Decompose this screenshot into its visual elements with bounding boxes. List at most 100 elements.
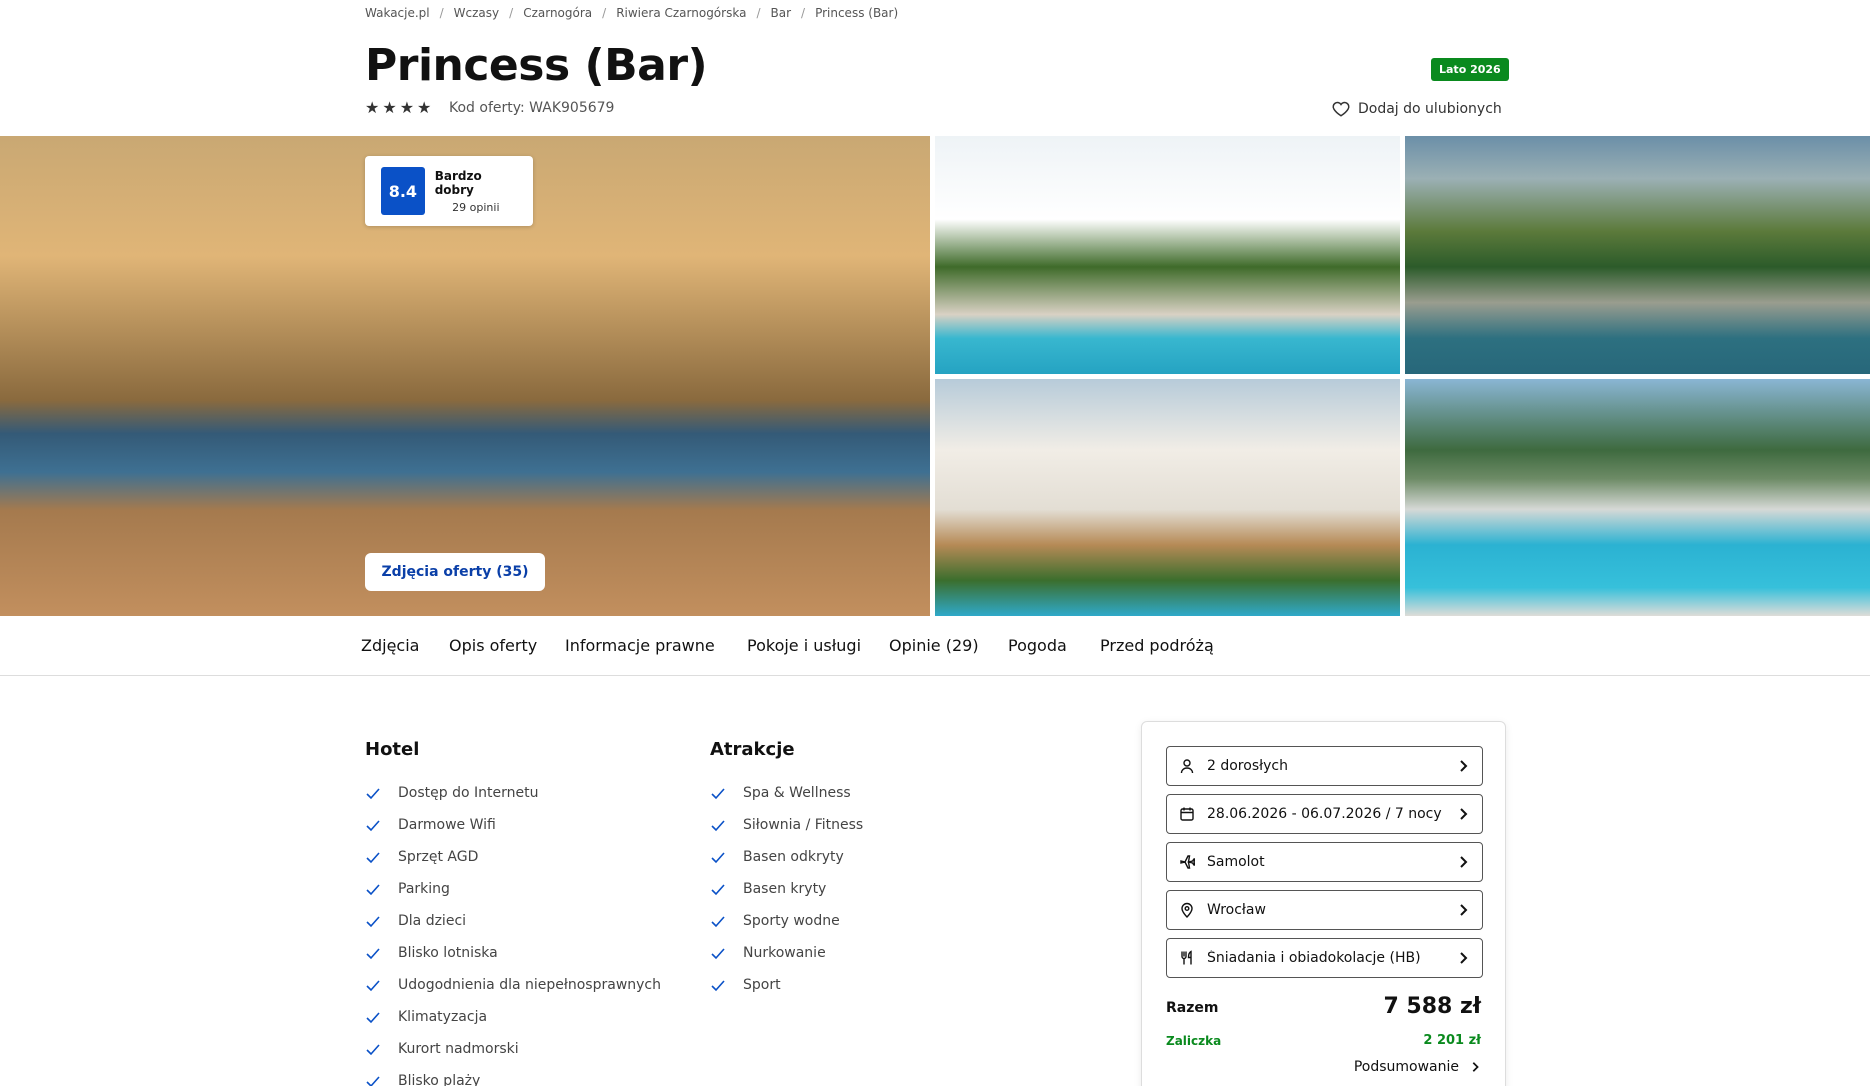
check-icon [711, 852, 725, 864]
hotel-photo-facade[interactable] [935, 379, 1400, 616]
chevron-right-icon [1460, 904, 1468, 916]
check-icon [366, 1012, 380, 1024]
chevron-right-icon [1472, 1062, 1479, 1072]
heart-icon [1332, 101, 1350, 117]
breadcrumb-current: Princess (Bar) [815, 6, 899, 20]
attraction-label: Basen kryty [743, 881, 827, 897]
attractions-title: Atrakcje [710, 739, 795, 760]
rating-count: 29 opinii [452, 200, 500, 214]
list-item: Sporty wodne [710, 905, 863, 937]
chevron-right-icon [1460, 808, 1468, 820]
location-pin-icon [1181, 902, 1193, 918]
tab-offer-description[interactable]: Opis oferty [449, 636, 537, 655]
tab-legal-info[interactable]: Informacje prawne [565, 636, 715, 655]
hotel-amenities-list: Dostęp do Internetu Darmowe Wifi Sprzęt … [365, 777, 661, 1086]
list-item: Kurort nadmorski [365, 1033, 661, 1065]
chevron-right-icon [1460, 856, 1468, 868]
amenity-label: Sprzęt AGD [398, 849, 479, 865]
deposit-label: Zaliczka [1166, 1034, 1222, 1048]
check-icon [366, 1044, 380, 1056]
amenity-label: Blisko plaży [398, 1073, 481, 1086]
photo-gallery: 8.4 Bardzo dobry 29 opinii Zdjęcia ofert… [0, 136, 1870, 616]
page-title: Princess (Bar) [365, 40, 708, 91]
departure-value: Wrocław [1207, 902, 1266, 918]
tab-rooms-services[interactable]: Pokoje i usługi [747, 636, 861, 655]
add-to-favorites-button[interactable]: Dodaj do ulubionych [1332, 100, 1502, 118]
dates-value: 28.06.2026 - 06.07.2026 / 7 nocy [1207, 806, 1442, 822]
section-tabs: Zdjęcia Opis oferty Informacje prawne Po… [0, 616, 1870, 676]
main-hotel-photo[interactable]: 8.4 Bardzo dobry 29 opinii Zdjęcia ofert… [0, 136, 930, 616]
list-item: Klimatyzacja [365, 1001, 661, 1033]
check-icon [711, 980, 725, 992]
check-icon [366, 788, 380, 800]
tab-before-trip[interactable]: Przed podróżą [1100, 636, 1214, 655]
breadcrumb-separator: / [509, 6, 514, 20]
check-icon [366, 948, 380, 960]
list-item: Siłownia / Fitness [710, 809, 863, 841]
chevron-right-icon [1460, 952, 1468, 964]
summary-link[interactable]: Podsumowanie [1354, 1059, 1481, 1075]
tab-photos[interactable]: Zdjęcia [361, 636, 419, 655]
list-item: Dla dzieci [365, 905, 661, 937]
breadcrumb-item[interactable]: Czarnogóra [523, 6, 592, 20]
attraction-label: Siłownia / Fitness [743, 817, 864, 833]
list-item: Nurkowanie [710, 937, 863, 969]
offer-photos-button[interactable]: Zdjęcia oferty (35) [365, 553, 545, 591]
dates-selector[interactable]: 28.06.2026 - 06.07.2026 / 7 nocy [1166, 794, 1483, 834]
attraction-label: Sporty wodne [743, 913, 840, 929]
check-icon [711, 820, 725, 832]
attraction-label: Basen odkryty [743, 849, 844, 865]
breadcrumb-item[interactable]: Wczasy [454, 6, 499, 20]
transport-selector[interactable]: Samolot [1166, 842, 1483, 882]
hotel-photo-aerial[interactable] [1405, 136, 1870, 374]
hotel-amenities-title: Hotel [365, 739, 420, 760]
total-price: 7 588 zł [1383, 994, 1481, 1019]
list-item: Basen odkryty [710, 841, 863, 873]
board-value: Śniadania i obiadokolacje (HB) [1207, 950, 1421, 966]
tab-reviews[interactable]: Opinie (29) [889, 636, 979, 655]
transport-value: Samolot [1207, 854, 1265, 870]
guests-selector[interactable]: 2 dorosłych [1166, 746, 1483, 786]
person-icon [1180, 759, 1194, 774]
breadcrumb-item[interactable]: Wakacje.pl [365, 6, 430, 20]
star-icon: ★ [417, 98, 432, 117]
star-rating: ★ ★ ★ ★ [365, 98, 431, 117]
amenity-label: Udogodnienia dla niepełnosprawnych [398, 977, 661, 993]
rating-card: 8.4 Bardzo dobry 29 opinii [365, 156, 533, 226]
deposit-price: 2 201 zł [1423, 1033, 1481, 1048]
breadcrumb-item[interactable]: Riwiera Czarnogórska [616, 6, 746, 20]
summary-label: Podsumowanie [1353, 1059, 1459, 1075]
board-selector[interactable]: Śniadania i obiadokolacje (HB) [1166, 938, 1483, 978]
airplane-icon [1180, 855, 1195, 869]
breadcrumb-separator: / [756, 6, 761, 20]
amenity-label: Dla dzieci [398, 913, 467, 929]
check-icon [711, 916, 725, 928]
attraction-label: Sport [743, 977, 781, 993]
amenity-label: Darmowe Wifi [398, 817, 496, 833]
check-icon [366, 980, 380, 992]
attraction-label: Nurkowanie [743, 945, 826, 961]
list-item: Udogodnienia dla niepełnosprawnych [365, 969, 661, 1001]
tab-weather[interactable]: Pogoda [1008, 636, 1067, 655]
calendar-icon [1180, 807, 1194, 821]
amenity-label: Klimatyzacja [398, 1009, 488, 1025]
attractions-list: Spa & Wellness Siłownia / Fitness Basen … [710, 777, 863, 1001]
check-icon [366, 884, 380, 896]
list-item: Basen kryty [710, 873, 863, 905]
list-item: Dostęp do Internetu [365, 777, 661, 809]
amenity-label: Parking [398, 881, 450, 897]
hotel-photo-pool[interactable] [1405, 379, 1870, 616]
check-icon [366, 1076, 380, 1086]
check-icon [711, 884, 725, 896]
hotel-photo-beach[interactable] [935, 136, 1400, 374]
amenity-label: Blisko lotniska [398, 945, 498, 961]
breadcrumb-item[interactable]: Bar [770, 6, 791, 20]
breadcrumb-separator: / [439, 6, 444, 20]
departure-selector[interactable]: Wrocław [1166, 890, 1483, 930]
season-badge: Lato 2026 [1431, 58, 1509, 81]
rating-score: 8.4 [381, 167, 425, 215]
total-label: Razem [1166, 1000, 1219, 1016]
star-icon: ★ [365, 98, 380, 117]
list-item: Sport [710, 969, 863, 1001]
chevron-right-icon [1460, 760, 1468, 772]
